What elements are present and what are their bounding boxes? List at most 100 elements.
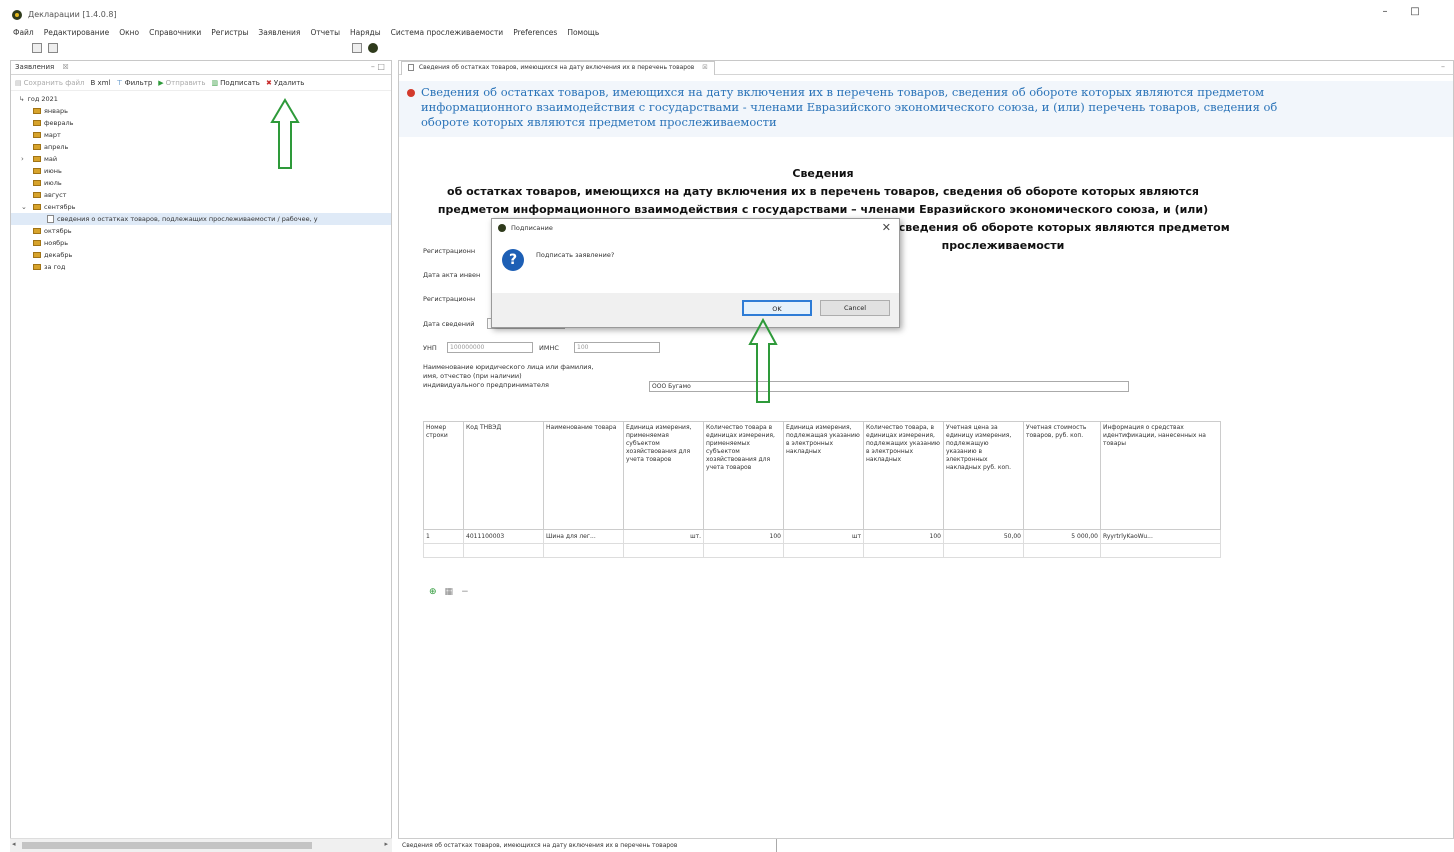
app-status-icon[interactable] bbox=[368, 43, 378, 53]
tree-item-label: год 2021 bbox=[27, 95, 58, 103]
table-cell[interactable]: 1 bbox=[423, 529, 464, 544]
maximize-button[interactable]: □ bbox=[1404, 6, 1426, 17]
imns-input[interactable]: 100 bbox=[574, 342, 660, 353]
xml-button[interactable]: В xml bbox=[91, 79, 111, 87]
tree-item-month[interactable]: октябрь bbox=[11, 225, 391, 237]
status-text: Сведения об остатках товаров, имеющихся … bbox=[402, 842, 678, 849]
sign-button[interactable]: ▥ Подписать bbox=[211, 79, 259, 87]
table-row[interactable]: 1 4011100003 Шина для лег... шт. 100 шт … bbox=[423, 529, 1221, 544]
tree-item-month[interactable]: апрель bbox=[11, 141, 391, 153]
menu-help[interactable]: Помощь bbox=[567, 26, 599, 40]
chevron-right-icon[interactable]: › bbox=[21, 155, 24, 163]
dialog-title-bar[interactable]: Подписание ✕ bbox=[492, 219, 899, 237]
form-title-line: Сведения bbox=[792, 167, 854, 180]
table-cell[interactable]: 5 000,00 bbox=[1023, 529, 1101, 544]
copy-row-icon[interactable]: ▦ bbox=[445, 587, 454, 597]
applications-tab[interactable]: Заявления ☒ bbox=[15, 63, 69, 71]
tree-item-month[interactable]: декабрь bbox=[11, 249, 391, 261]
tree-item-label: декабрь bbox=[44, 251, 73, 259]
save-file-button[interactable]: ▤ Сохранить файл bbox=[15, 79, 85, 87]
folder-icon bbox=[33, 120, 41, 126]
tree-item-label: август bbox=[44, 191, 67, 199]
ok-button[interactable]: OK bbox=[742, 300, 812, 316]
menu-orders[interactable]: Наряды bbox=[350, 26, 381, 40]
menu-window[interactable]: Окно bbox=[119, 26, 139, 40]
column-header[interactable]: Номер строки bbox=[423, 421, 464, 530]
new-icon[interactable] bbox=[32, 43, 42, 53]
scroll-left-icon[interactable]: ◂ bbox=[12, 840, 16, 848]
table-cell[interactable]: Шина для лег... bbox=[543, 529, 624, 544]
menu-applications[interactable]: Заявления bbox=[258, 26, 300, 40]
send-button[interactable]: ▶ Отправить bbox=[158, 79, 205, 87]
menu-bar: Файл Редактирование Окно Справочники Рег… bbox=[0, 26, 1454, 40]
delete-button[interactable]: ✖ Удалить bbox=[266, 79, 305, 87]
column-header[interactable]: Количество товара, в единицах измерения,… bbox=[863, 421, 944, 530]
save-icon[interactable] bbox=[48, 43, 58, 53]
error-icon bbox=[407, 89, 415, 97]
table-cell[interactable]: 100 bbox=[863, 529, 944, 544]
table-cell[interactable]: шт bbox=[783, 529, 864, 544]
tree-item-month[interactable]: июнь bbox=[11, 165, 391, 177]
column-header[interactable]: Наименование товара bbox=[543, 421, 624, 530]
column-header[interactable]: Единица измерения, подлежащая указанию в… bbox=[783, 421, 864, 530]
tree-item-month[interactable]: › май bbox=[11, 153, 391, 165]
column-header[interactable]: Учетная цена за единицу измерения, подле… bbox=[943, 421, 1024, 530]
remove-row-icon[interactable]: − bbox=[461, 587, 469, 597]
tree-item-month[interactable]: январь bbox=[11, 105, 391, 117]
close-icon[interactable]: ☒ bbox=[702, 64, 707, 71]
menu-registers[interactable]: Регистры bbox=[211, 26, 248, 40]
panel-controls[interactable]: – □ bbox=[371, 62, 385, 71]
org-name-input[interactable]: ООО Бугамо bbox=[649, 381, 1129, 392]
dialog-close-button[interactable]: ✕ bbox=[882, 221, 891, 234]
table-cell[interactable]: 100 bbox=[703, 529, 784, 544]
tree-item-year[interactable]: ↳ год 2021 bbox=[11, 93, 391, 105]
table-cell[interactable]: 4011100003 bbox=[463, 529, 544, 544]
tree-item-month[interactable]: ⌄ сентябрь bbox=[11, 201, 391, 213]
minimize-button[interactable]: – bbox=[1374, 6, 1396, 17]
editor-minimize-icon[interactable]: – bbox=[1441, 62, 1445, 71]
dialog-title: Подписание bbox=[511, 224, 553, 232]
menu-file[interactable]: Файл bbox=[13, 26, 34, 40]
tree-item-year-total[interactable]: за год bbox=[11, 261, 391, 273]
unp-label: УНП bbox=[423, 344, 437, 352]
menu-references[interactable]: Справочники bbox=[149, 26, 201, 40]
column-header[interactable]: Информация о средствах идентификации, на… bbox=[1100, 421, 1221, 530]
tree-item-month[interactable]: март bbox=[11, 129, 391, 141]
filter-icon: ⊤ bbox=[116, 78, 123, 87]
menu-traceability[interactable]: Система прослеживаемости bbox=[391, 26, 504, 40]
menu-preferences[interactable]: Preferences bbox=[513, 26, 557, 40]
tree-item-document[interactable]: сведения о остатках товаров, подлежащих … bbox=[11, 213, 391, 225]
tree-item-label: июнь bbox=[44, 167, 62, 175]
scrollbar-thumb[interactable] bbox=[22, 842, 312, 849]
document-tab[interactable]: Сведения об остатках товаров, имеющихся … bbox=[401, 61, 715, 75]
scroll-right-icon[interactable]: ▸ bbox=[384, 840, 388, 848]
menu-edit[interactable]: Редактирование bbox=[44, 26, 109, 40]
filter-button[interactable]: ⊤ Фильтр bbox=[116, 79, 152, 87]
tree-item-month[interactable]: ноябрь bbox=[11, 237, 391, 249]
table-cell[interactable]: шт. bbox=[623, 529, 704, 544]
tree-item-month[interactable]: февраль bbox=[11, 117, 391, 129]
app-logo-icon bbox=[12, 10, 22, 20]
cancel-button[interactable]: Cancel bbox=[820, 300, 890, 316]
tree-item-month[interactable]: август bbox=[11, 189, 391, 201]
org-name-label: индивидуального предпринимателя bbox=[423, 381, 549, 389]
tree-item-label: за год bbox=[44, 263, 66, 271]
left-horizontal-scrollbar[interactable]: ◂ ▸ bbox=[10, 838, 392, 852]
column-header[interactable]: Код ТНВЭД bbox=[463, 421, 544, 530]
chevron-down-icon[interactable]: ⌄ bbox=[21, 203, 27, 211]
layout-icon[interactable] bbox=[352, 43, 362, 53]
close-icon[interactable]: ☒ bbox=[62, 63, 68, 71]
document-tab-label: Сведения об остатках товаров, имеющихся … bbox=[418, 64, 695, 71]
unp-input[interactable]: 100000000 bbox=[447, 342, 533, 353]
document-tab-icon bbox=[408, 64, 414, 71]
column-header[interactable]: Количество товара в единицах измерения, … bbox=[703, 421, 784, 530]
folder-icon bbox=[33, 204, 41, 210]
table-cell[interactable]: 50,00 bbox=[943, 529, 1024, 544]
tree-item-month[interactable]: июль bbox=[11, 177, 391, 189]
column-header[interactable]: Учетная стоимость товаров, руб. коп. bbox=[1023, 421, 1101, 530]
table-cell[interactable]: RyyrtrlyKaoWu... bbox=[1100, 529, 1221, 544]
add-row-icon[interactable]: ⊕ bbox=[429, 587, 437, 597]
tree-item-label: январь bbox=[44, 107, 68, 115]
column-header[interactable]: Единица измерения, применяемая субъектом… bbox=[623, 421, 704, 530]
menu-reports[interactable]: Отчеты bbox=[310, 26, 340, 40]
